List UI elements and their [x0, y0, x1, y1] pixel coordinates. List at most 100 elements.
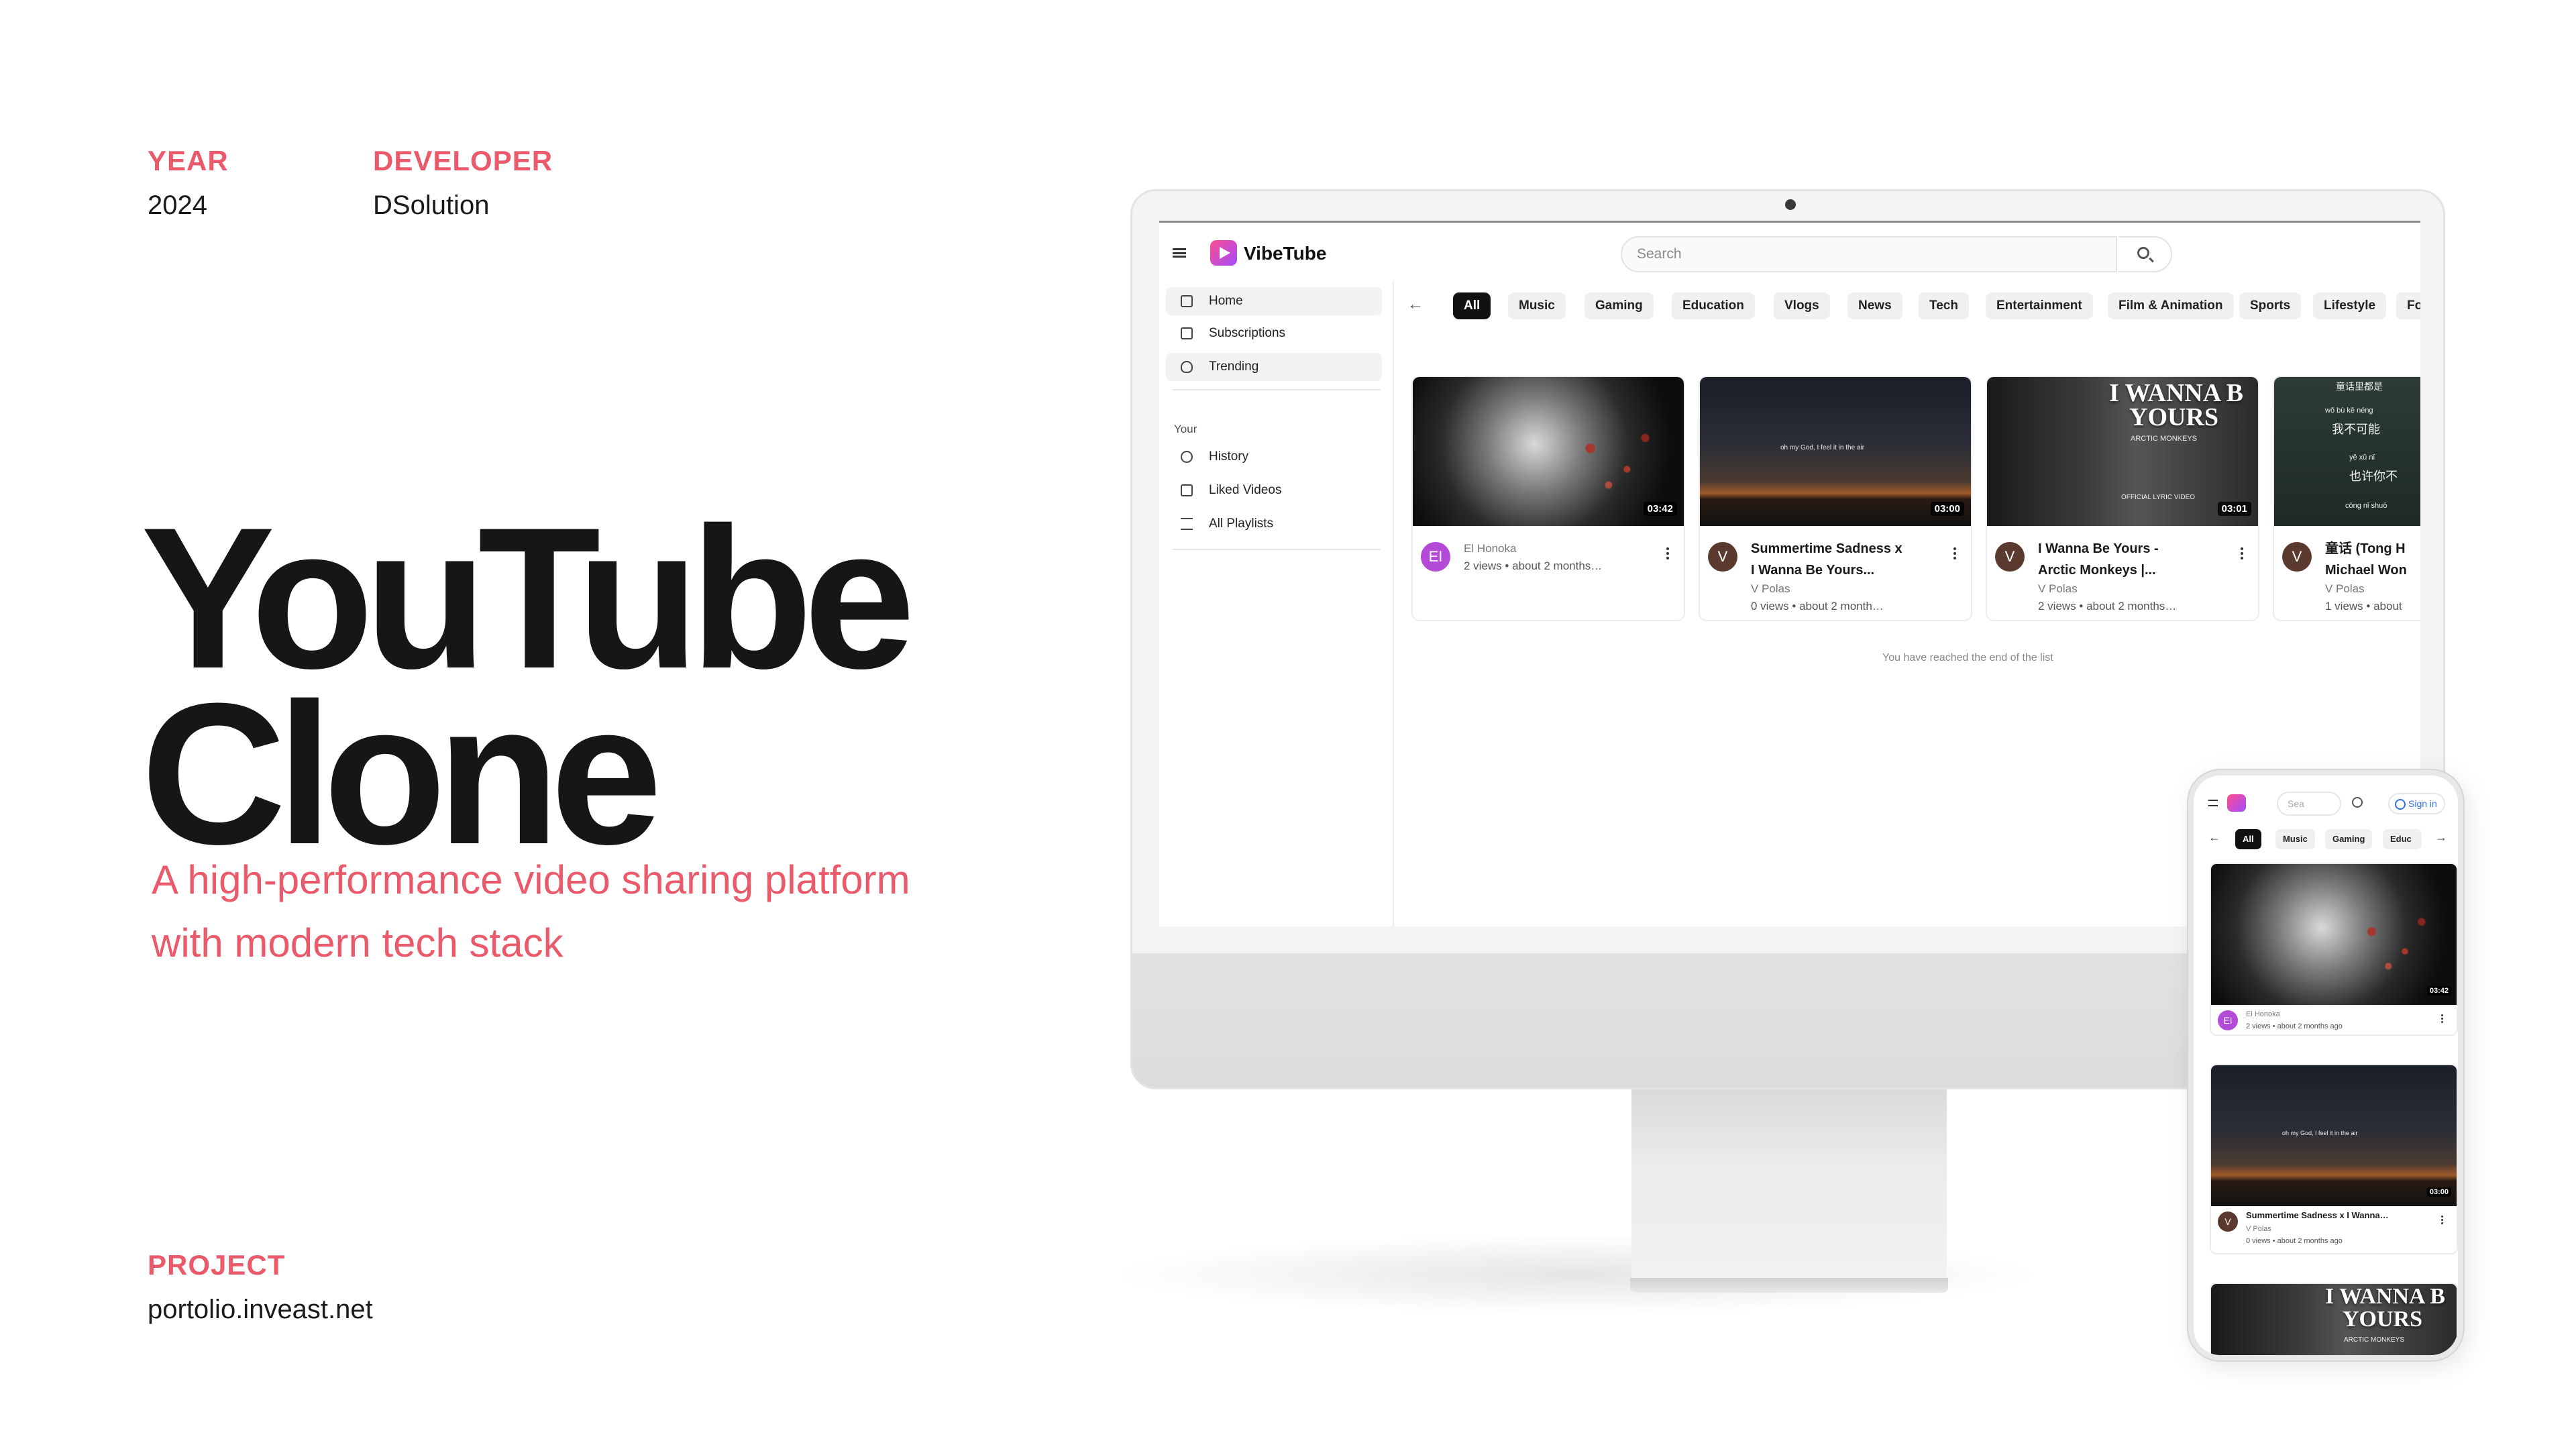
search-button[interactable] — [2118, 236, 2172, 272]
sidebar-item-label: Liked Videos — [1209, 483, 1282, 497]
chip-food[interactable]: Foo — [2396, 292, 2420, 319]
video-card[interactable]: 03:42 EI El Honoka 2 views • about 2 mon… — [1411, 376, 1685, 621]
video-card[interactable]: 童话里都是 wǒ bù kě néng 我不可能 yě xǔ nǐ 也许你不 c… — [2273, 376, 2420, 621]
chip-gaming[interactable]: Gaming — [1585, 292, 1654, 319]
thumbnail-lyric-line5: 也许你不 — [2349, 470, 2398, 483]
mobile-app: Sea Sign in ← All Music Gaming Educ → 03… — [2188, 770, 2463, 1360]
sidebar-item-home[interactable]: Home — [1166, 287, 1382, 315]
avatar[interactable]: V — [1995, 542, 2025, 572]
chip-sports[interactable]: Sports — [2239, 292, 2302, 319]
developer-value: DSolution — [373, 191, 490, 220]
thumbnail-title-line2: YOURS — [2129, 403, 2219, 431]
video-title[interactable]: Summertime Sadness x I Wanna… — [2246, 1210, 2389, 1220]
chip-music[interactable]: Music — [2275, 829, 2315, 849]
more-options-icon[interactable] — [2241, 547, 2243, 559]
chip-news[interactable]: News — [1847, 292, 1902, 319]
avatar[interactable]: V — [2282, 542, 2312, 572]
video-title[interactable]: 童话 (Tong H Michael Won — [2325, 538, 2420, 581]
thumbnail-lyric-line4: yě xǔ nǐ — [2349, 453, 2375, 462]
chip-film-animation[interactable]: Film & Animation — [2108, 292, 2234, 319]
video-card[interactable]: oh my God, I feel it in the air 03:00 V … — [2210, 1064, 2458, 1254]
video-card[interactable]: oh my God, I feel it in the air 03:00 V … — [1699, 376, 1972, 621]
app-name[interactable]: VibeTube — [1244, 243, 1326, 264]
thumbnail-artist: ARCTIC MONKEYS — [2131, 435, 2198, 443]
video-channel[interactable]: El Honoka — [1464, 542, 1516, 555]
sidebar-item-label: Trending — [1209, 360, 1259, 374]
home-icon — [1181, 295, 1193, 307]
project-label: PROJECT — [148, 1249, 286, 1281]
project-link[interactable]: portolio.inveast.net — [148, 1295, 373, 1325]
more-options-icon[interactable] — [2441, 1216, 2443, 1224]
vibetube-logo-icon[interactable] — [2227, 794, 2246, 812]
thumbnail-lyric-line1: 童话里都是 — [2336, 381, 2383, 392]
video-channel[interactable]: V Polas — [1751, 582, 1790, 596]
more-options-icon[interactable] — [1953, 547, 1956, 559]
video-thumbnail[interactable]: 童话里都是 wǒ bù kě néng 我不可能 yě xǔ nǐ 也许你不 c… — [2274, 377, 2420, 526]
thumbnail-title-line2: YOURS — [2343, 1307, 2423, 1332]
flame-icon — [1181, 361, 1193, 373]
sign-in-button[interactable]: Sign in — [2388, 793, 2445, 814]
sidebar-item-liked-videos[interactable]: Liked Videos — [1166, 476, 1382, 504]
video-thumbnail[interactable]: I WANNA B YOURS ARCTIC MONKEYS — [2211, 1284, 2457, 1355]
developer-label: DEVELOPER — [373, 145, 553, 176]
video-thumbnail[interactable] — [2211, 864, 2457, 1005]
chip-vlogs[interactable]: Vlogs — [1774, 292, 1830, 319]
video-duration: 03:42 — [1643, 502, 1677, 516]
chip-music[interactable]: Music — [1508, 292, 1566, 319]
video-channel[interactable]: V Polas — [2246, 1225, 2271, 1233]
chip-gaming[interactable]: Gaming — [2325, 829, 2373, 849]
chip-all[interactable]: All — [2235, 829, 2261, 849]
video-title-line1: Summertime Sadness x — [1751, 541, 1902, 556]
thumbs-up-icon — [1181, 484, 1193, 496]
menu-icon[interactable] — [1173, 248, 1186, 258]
chip-lifestyle[interactable]: Lifestyle — [2313, 292, 2387, 319]
chips-back-arrow-icon[interactable]: ← — [1407, 295, 1424, 314]
menu-icon[interactable] — [2208, 800, 2218, 806]
more-options-icon[interactable] — [1666, 547, 1669, 559]
search-icon[interactable] — [2352, 797, 2363, 808]
hero-subtitle-line1: A high-performance video sharing platfor… — [152, 857, 910, 902]
chip-tech[interactable]: Tech — [1919, 292, 1969, 319]
chips-back-arrow-icon[interactable]: ← — [2208, 830, 2220, 845]
video-channel[interactable]: V Polas — [2325, 582, 2365, 596]
video-duration: 03:00 — [1930, 502, 1964, 516]
chip-education[interactable]: Educ — [2383, 829, 2422, 849]
video-title[interactable]: I Wanna Be Yours - Arctic Monkeys |... — [2038, 538, 2219, 581]
thumbnail-lyric-line2: wǒ bù kě néng — [2325, 407, 2373, 415]
sidebar-section-your: Your — [1174, 423, 1197, 435]
avatar[interactable]: EI — [2218, 1010, 2238, 1030]
chip-entertainment[interactable]: Entertainment — [1986, 292, 2093, 319]
hero-subtitle: A high-performance video sharing platfor… — [152, 849, 1024, 975]
thumbnail-lyric-line3: 我不可能 — [2332, 423, 2380, 436]
video-stats: 2 views • about 2 months ago — [2246, 1022, 2343, 1030]
search-input[interactable]: Search — [1621, 236, 2117, 272]
imac-foot — [1630, 1278, 1948, 1293]
imac-stand — [1631, 1087, 1947, 1291]
year-value: 2024 — [148, 191, 207, 220]
video-card[interactable]: 03:42 EI El Honoka 2 views • about 2 mon… — [2210, 863, 2458, 1036]
sidebar-item-all-playlists[interactable]: All Playlists — [1166, 510, 1382, 538]
playlist-icon — [1181, 518, 1193, 530]
vibetube-logo-icon[interactable] — [1210, 240, 1237, 266]
sidebar-item-trending[interactable]: Trending — [1166, 353, 1382, 381]
chips-forward-arrow-icon[interactable]: → — [2435, 830, 2447, 845]
chip-all[interactable]: All — [1453, 292, 1491, 319]
thumbnail-lyric-line6: cōng nǐ shuō — [2345, 502, 2387, 510]
video-duration: 03:00 — [2426, 1187, 2451, 1197]
video-channel[interactable]: V Polas — [2038, 582, 2078, 596]
avatar[interactable]: V — [2218, 1212, 2238, 1232]
search-input[interactable]: Sea — [2277, 792, 2341, 816]
video-thumbnail[interactable]: oh my God, I feel it in the air — [2211, 1065, 2457, 1206]
video-channel[interactable]: El Honoka — [2246, 1010, 2280, 1018]
sidebar-divider — [1173, 549, 1381, 550]
avatar[interactable]: EI — [1421, 542, 1450, 572]
video-card[interactable]: I WANNA B YOURS ARCTIC MONKEYS — [2210, 1283, 2458, 1355]
more-options-icon[interactable] — [2441, 1014, 2443, 1022]
chip-education[interactable]: Education — [1672, 292, 1755, 319]
video-title[interactable]: Summertime Sadness x I Wanna Be Yours... — [1751, 538, 1932, 581]
avatar[interactable]: V — [1708, 542, 1737, 572]
video-card[interactable]: I WANNA B YOURS ARCTIC MONKEYS OFFICIAL … — [1986, 376, 2259, 621]
sidebar-item-subscriptions[interactable]: Subscriptions — [1166, 319, 1382, 347]
sidebar-item-history[interactable]: History — [1166, 443, 1382, 471]
sidebar: Home Subscriptions Trending Your History… — [1159, 280, 1394, 926]
